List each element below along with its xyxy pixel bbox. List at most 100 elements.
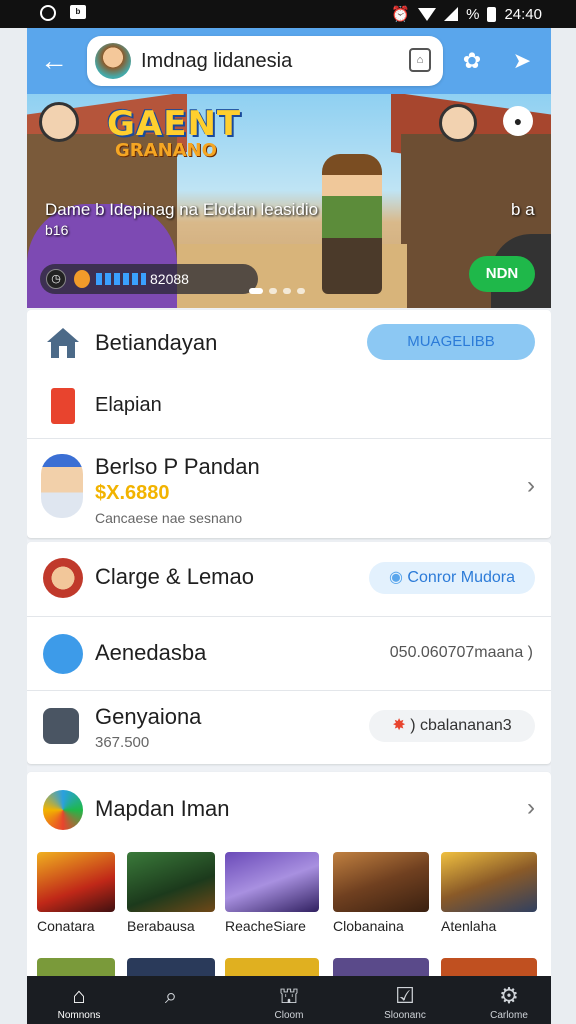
chevron-right-icon[interactable]: › [527,794,535,822]
nav-item-home[interactable]: ⌂ Nomnons [27,976,131,1024]
carousel-dot[interactable] [283,288,291,294]
home-icon: ⌂ [72,983,86,1008]
pinwheel-icon: ✸ [392,717,411,734]
status-time: 24:40 [504,5,542,23]
progress-value: 82088 [150,271,189,287]
gamepad-icon[interactable]: ✿ [457,46,487,76]
row-description: Cancaese nae sesnano [95,510,243,526]
player-avatar-right[interactable] [439,104,477,142]
bottom-navigation: ⌂ Nomnons ⌕ ⛫ Cloom ☑ Sloonanc ⚙ Carlome [27,976,551,1024]
coin-icon [74,270,90,288]
player-avatar-left[interactable] [39,102,79,142]
game-thumbnail[interactable] [225,852,319,912]
account-card: Betiandayan MUAGELIBB Elapian Berlso P P… [27,310,551,538]
camera-icon [40,5,56,21]
banner-side-text: b a [511,200,535,219]
row-label: Genyaiona [95,704,202,729]
battery-icon [487,6,497,22]
carousel-dots[interactable] [249,288,305,294]
row-label: Clarge & Lemao [95,564,254,589]
signal-icon [444,7,459,21]
progress-pill: ◷ 82088 [40,264,258,294]
radio-dot-icon: ◉ [388,569,408,586]
carousel-dot[interactable] [297,288,305,294]
chip-label: Conror Mudora [407,569,515,586]
list-item[interactable]: Genyaiona 367.500 ✸ ) cbalananan3 [27,690,551,764]
row-label: Berlso P Pandan [95,454,260,479]
user-icon[interactable]: ● [503,106,533,136]
games-card: Mapdan Iman › Conatara Berabausa ReacheS… [27,772,551,992]
banner-title: Dame b Idepinag na Elodan leasidio [45,200,319,219]
row-subtext: 367.500 [95,734,150,751]
top-bar: ← Imdnag lidanesia ⌂ ✿ ➤ [27,28,551,94]
game-title[interactable]: ReacheSiare [225,918,306,934]
avatar[interactable] [95,43,131,79]
banner-subtitle: b16 [45,222,69,238]
action-button[interactable]: MUAGELIBB [367,324,535,360]
app-screen: ← Imdnag lidanesia ⌂ ✿ ➤ GAENT GRANANO ●… [27,28,551,1024]
chip-label: ) cbalananan3 [410,717,512,734]
banner-action-button[interactable]: NDN [469,256,535,292]
nav-label: Carlome [490,1010,528,1021]
wifi-icon [418,7,437,21]
list-item[interactable]: Clarge & Lemao ◉ Conror Mudora [27,542,551,616]
gear-icon: ⚙ [499,983,519,1008]
game-logo: GAENT [107,104,242,144]
notification-icon: b [70,5,86,19]
row-value: 050.060707maana ) [389,644,533,661]
nav-label: Cloom [274,1010,304,1021]
game-thumbnail[interactable] [127,852,215,912]
calendar-icon [43,708,79,744]
send-icon[interactable]: ➤ [507,46,537,76]
nav-label: Nomnons [57,1010,101,1021]
nav-item-downloads[interactable]: ☑ Sloonanc [353,976,457,1024]
game-title[interactable]: Clobanaina [333,918,404,934]
section-header[interactable]: Mapdan Iman › [27,772,551,844]
timer-icon: ◷ [46,269,66,289]
status-bar: b ⏰ % 24:40 [0,0,576,28]
game-title[interactable]: Atenlaha [441,918,496,934]
list-item[interactable]: Aenedasba 050.060707maana ) [27,616,551,690]
list-item[interactable]: Berlso P Pandan $X.6880 Cancaese nae ses… [27,438,551,538]
settings-card: Clarge & Lemao ◉ Conror Mudora Aenedasba… [27,542,551,764]
battery-text: % [466,5,480,23]
document-icon [51,388,75,424]
home-icon [43,324,83,364]
character-avatar [41,454,83,518]
nav-item-settings[interactable]: ⚙ Carlome [457,976,551,1024]
game-title[interactable]: Conatara [37,918,95,934]
carousel-dot[interactable] [269,288,277,294]
store-icon: ⛫ [278,983,300,1008]
compass-icon [43,634,83,674]
row-label: Aenedasba [95,640,207,665]
refresh-icon [43,790,83,830]
list-item[interactable]: Elapian [27,374,551,438]
carousel-dot[interactable] [249,288,263,294]
chip-button[interactable]: ✸ ) cbalananan3 [369,710,535,742]
game-thumbnail[interactable] [441,852,537,912]
game-thumbnail[interactable] [37,852,115,912]
search-bar[interactable]: Imdnag lidanesia ⌂ [87,36,443,86]
nav-label: Sloonanc [384,1010,426,1021]
status-chip[interactable]: ◉ Conror Mudora [369,562,535,594]
row-label: Elapian [95,394,162,416]
row-label: Betiandayan [95,330,218,355]
list-item[interactable]: Betiandayan MUAGELIBB [27,310,551,374]
game-title[interactable]: Berabausa [127,918,195,934]
download-icon: ☑ [395,983,415,1008]
price-text: $X.6880 [95,482,170,504]
game-thumbnail[interactable] [333,852,429,912]
chevron-right-icon[interactable]: › [527,472,535,500]
hero-banner[interactable]: GAENT GRANANO ● Dame b Idepinag na Eloda… [27,94,551,308]
banner-hero-character [322,154,382,294]
game-logo-sub: GRANANO [115,140,217,161]
lock-icon[interactable]: ⌂ [409,48,431,72]
alarm-icon: ⏰ [391,6,411,23]
search-text[interactable]: Imdnag lidanesia [141,50,292,73]
nav-item-store[interactable]: ⛫ Cloom [237,976,341,1024]
progress-bars [96,273,146,285]
character-icon [43,558,83,598]
section-title: Mapdan Iman [95,796,230,821]
back-arrow-icon[interactable]: ← [39,46,69,76]
nav-item-search[interactable]: ⌕ [119,976,223,1024]
